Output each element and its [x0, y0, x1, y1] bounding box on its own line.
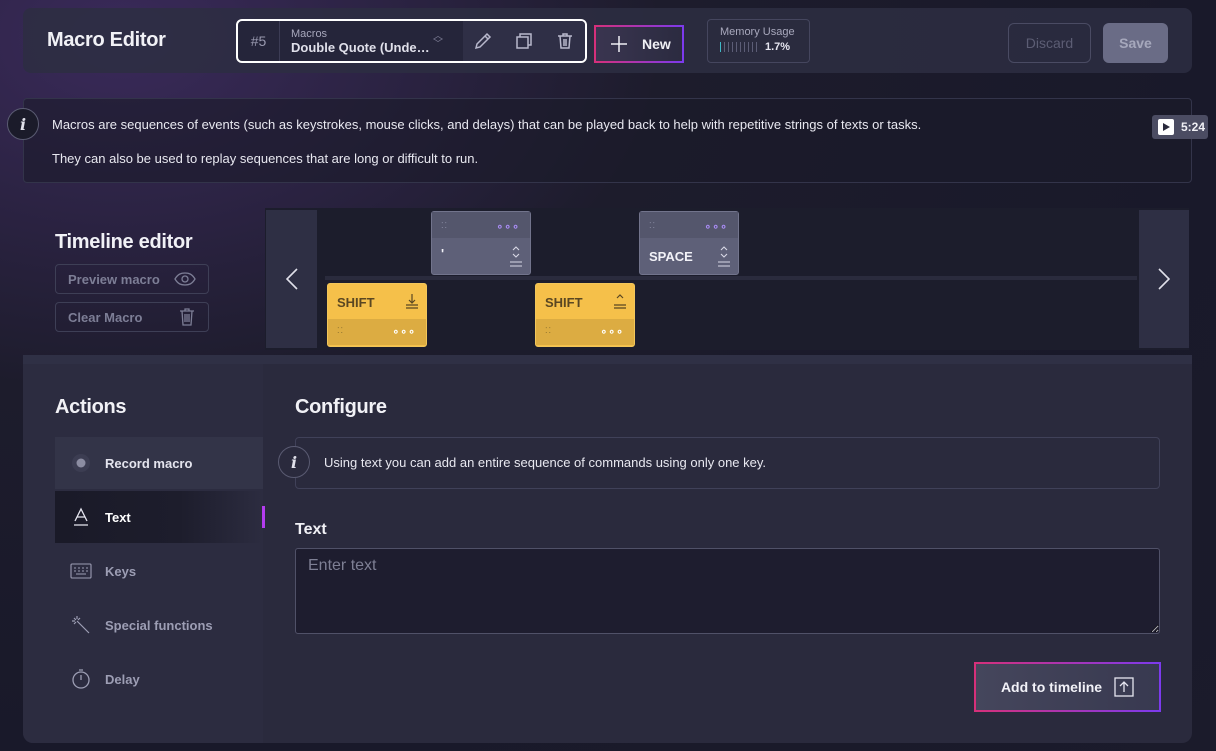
more-options-icon[interactable]: ∘∘∘ [600, 325, 624, 338]
key-down-icon [406, 294, 418, 309]
macro-dropdown[interactable]: Macros Double Quote (Undeadkey) ︿﹀ [280, 21, 463, 61]
timeline-title: Timeline editor [55, 231, 193, 253]
chevron-right-icon [1158, 268, 1170, 290]
action-text[interactable]: Text [55, 491, 263, 543]
section-divider [23, 355, 1192, 364]
info-icon: i [7, 108, 39, 140]
text-field-label: Text [295, 521, 327, 538]
action-label: Special functions [105, 617, 213, 633]
keyboard-icon [69, 559, 93, 583]
info-banner [23, 98, 1192, 183]
configure-info-text: Using text you can add an entire sequenc… [324, 455, 767, 470]
action-keys[interactable]: Keys [55, 545, 263, 597]
macro-dropdown-value: Double Quote (Undeadkey) [291, 39, 433, 55]
macro-selector[interactable]: #5 Macros Double Quote (Undeadkey) ︿﹀ [236, 19, 587, 63]
action-special-functions[interactable]: Special functions [55, 599, 263, 651]
timeline-event-shift-up[interactable]: SHIFT ⁚⁚ ∘∘∘ [535, 283, 635, 347]
add-to-timeline-label: Add to timeline [1000, 679, 1103, 695]
action-delay[interactable]: Delay [55, 653, 263, 705]
play-icon [1158, 119, 1174, 135]
action-label: Keys [105, 563, 137, 579]
chevron-left-icon [285, 268, 298, 290]
timeline-prev-button[interactable] [266, 210, 317, 348]
drag-handle-icon[interactable]: ⁚⁚ [441, 222, 448, 230]
key-up-icon [614, 294, 626, 309]
memory-usage: Memory Usage 1.7% [707, 19, 810, 63]
page-title: Macro Editor [47, 29, 166, 51]
text-icon [69, 505, 93, 529]
actions-title: Actions [55, 396, 127, 418]
new-macro-label: New [642, 36, 671, 52]
preview-macro-label: Preview macro [68, 271, 160, 287]
edit-pencil-icon[interactable] [471, 29, 495, 53]
drag-handle-icon[interactable]: ⁚⁚ [649, 222, 656, 230]
record-icon [69, 451, 93, 475]
upload-icon [1114, 677, 1134, 697]
plus-icon [611, 36, 627, 52]
memory-usage-bar [720, 42, 757, 52]
text-input[interactable] [295, 548, 1160, 634]
drag-handle-icon[interactable]: ⁚⁚ [545, 327, 552, 335]
timeline-event-space[interactable]: ⁚⁚ ∘∘∘ SPACE [639, 211, 739, 275]
memory-usage-label: Memory Usage [720, 26, 795, 38]
tutorial-video-button[interactable]: 5:24 [1152, 115, 1208, 139]
event-key-label: SHIFT [337, 295, 375, 310]
timeline-band [325, 276, 1137, 280]
event-key-label: SPACE [649, 249, 693, 264]
chevron-updown-icon: ︿ ﹀ [433, 31, 443, 50]
header-bar: Macro Editor #5 Macros Double Quote (Und… [23, 8, 1192, 73]
new-macro-button[interactable]: New [594, 25, 684, 63]
magic-wand-icon [69, 613, 93, 637]
key-press-icon [510, 246, 522, 267]
duplicate-icon[interactable] [512, 29, 536, 53]
action-record-macro[interactable]: Record macro [55, 437, 263, 489]
macro-tools [463, 21, 585, 61]
preview-macro-button[interactable]: Preview macro [55, 264, 209, 294]
drag-handle-icon[interactable]: ⁚⁚ [337, 327, 344, 335]
save-button[interactable]: Save [1103, 23, 1168, 63]
timeline-event-quote[interactable]: ⁚⁚ ∘∘∘ ' [431, 211, 531, 275]
eye-icon [174, 272, 196, 286]
key-press-icon [718, 246, 730, 267]
active-indicator [262, 506, 265, 528]
macro-number: #5 [238, 21, 280, 61]
more-options-icon[interactable]: ∘∘∘ [704, 220, 728, 233]
event-key-label: SHIFT [545, 295, 583, 310]
action-label: Text [105, 509, 131, 525]
more-options-icon[interactable]: ∘∘∘ [392, 325, 416, 338]
more-options-icon[interactable]: ∘∘∘ [496, 220, 520, 233]
add-to-timeline-button[interactable]: Add to timeline [974, 662, 1161, 712]
configure-title: Configure [295, 396, 387, 418]
stopwatch-icon [69, 667, 93, 691]
memory-usage-value: 1.7% [765, 41, 791, 53]
discard-button[interactable]: Discard [1008, 23, 1091, 63]
action-label: Delay [105, 671, 140, 687]
info-text-line1: Macros are sequences of events (such as … [52, 117, 922, 132]
action-label: Record macro [105, 455, 193, 471]
trash-icon [180, 308, 194, 326]
event-key-label: ' [441, 246, 445, 261]
clear-macro-button[interactable]: Clear Macro [55, 302, 209, 332]
info-icon: i [278, 446, 310, 478]
trash-icon[interactable] [553, 29, 577, 53]
timeline-event-shift-down[interactable]: SHIFT ⁚⁚ ∘∘∘ [327, 283, 427, 347]
info-text-line2: They can also be used to replay sequence… [52, 151, 479, 166]
clear-macro-label: Clear Macro [68, 309, 143, 325]
timeline-next-button[interactable] [1139, 210, 1189, 348]
video-duration: 5:24 [1181, 120, 1206, 134]
